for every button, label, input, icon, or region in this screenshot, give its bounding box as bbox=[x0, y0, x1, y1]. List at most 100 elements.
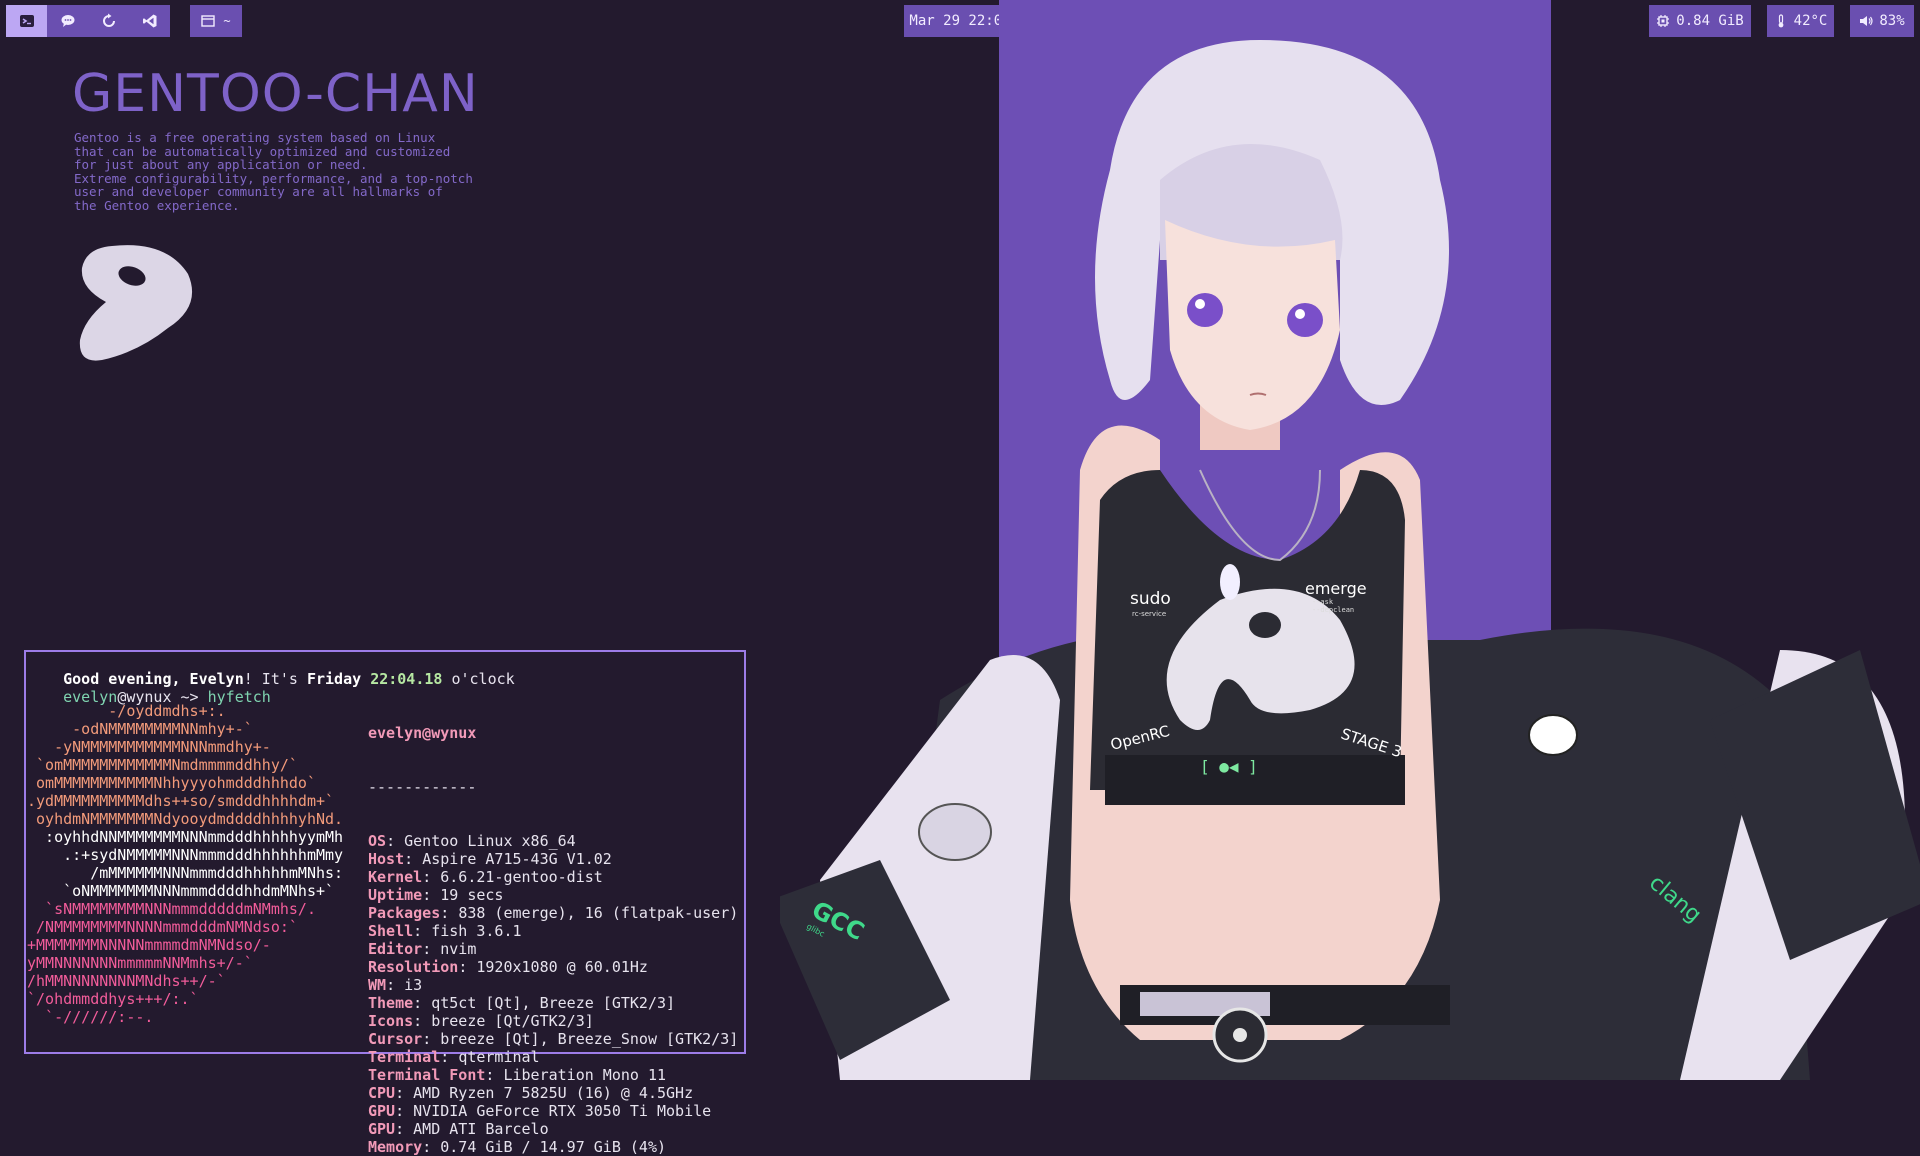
ascii-line: `oNMMMMMMMNNNmmmddddhhdmMNhs+` bbox=[27, 882, 335, 900]
info-row: Memory: 0.74 GiB / 14.97 GiB (4%) bbox=[368, 1138, 667, 1156]
ascii-line: /NMMMMMMMMNNNNmmmdddmNMNdso:` bbox=[27, 918, 298, 936]
ascii-line: yMMNNNNNNNmmmmmNNMmhs+/-` bbox=[27, 954, 253, 972]
mouse-patch bbox=[918, 803, 992, 861]
info-key: Packages bbox=[368, 904, 441, 922]
info-key: OS bbox=[368, 832, 387, 850]
info-value: 19 secs bbox=[440, 886, 504, 904]
info-value: Aspire A715-43G V1.02 bbox=[422, 850, 612, 868]
chat-icon bbox=[61, 15, 74, 27]
gentoo-logo bbox=[79, 245, 193, 361]
info-key: Terminal Font bbox=[368, 1066, 486, 1084]
workspace-refresh[interactable] bbox=[88, 5, 129, 37]
info-key: Uptime bbox=[368, 886, 423, 904]
ascii-line: `/ohdmmddhys+++/:.` bbox=[27, 990, 199, 1008]
info-value: Liberation Mono 11 bbox=[503, 1066, 667, 1084]
info-row: Packages: 838 (emerge), 16 (flatpak-user… bbox=[368, 904, 739, 922]
greeting-time: 22:04.18 bbox=[370, 670, 443, 688]
shirt-sudo-sublabel: rc-service bbox=[1132, 610, 1166, 618]
info-value: breeze [Qt/GTK2/3] bbox=[431, 1012, 594, 1030]
info-value: fish 3.6.1 bbox=[431, 922, 522, 940]
workspace-terminal[interactable] bbox=[6, 5, 47, 37]
info-key: Theme bbox=[368, 994, 414, 1012]
info-value: 1920x1080 @ 60.01Hz bbox=[476, 958, 648, 976]
ascii-line: `-//////:--. bbox=[27, 1008, 154, 1026]
info-row: Cursor: breeze [Qt], Breeze_Snow [GTK2/3… bbox=[368, 1030, 739, 1048]
cow-pin bbox=[1528, 714, 1578, 756]
ascii-line: .ydMMMMMMMMMMdhs++so/smdddhhhhdm+` bbox=[27, 792, 335, 810]
info-value: breeze [Qt], Breeze_Snow [GTK2/3] bbox=[440, 1030, 739, 1048]
conky-title: GENTOO-CHAN bbox=[72, 64, 479, 124]
info-value: 6.6.21-gentoo-dist bbox=[440, 868, 603, 886]
info-key: WM bbox=[368, 976, 387, 994]
info-row: Uptime: 19 secs bbox=[368, 886, 504, 904]
info-row: WM: i3 bbox=[368, 976, 423, 994]
info-row: Editor: nvim bbox=[368, 940, 477, 958]
info-row: Kernel: 6.6.21-gentoo-dist bbox=[368, 868, 603, 886]
info-value: AMD Ryzen 7 5825U (16) @ 4.5GHz bbox=[413, 1084, 694, 1102]
ascii-line: -odNMMMMMMMMNNmhy+-` bbox=[27, 720, 253, 738]
info-row: OS: Gentoo Linux x86_64 bbox=[368, 832, 576, 850]
info-key: Cursor bbox=[368, 1030, 423, 1048]
info-key: Terminal bbox=[368, 1048, 441, 1066]
info-row: Theme: qt5ct [Qt], Breeze [GTK2/3] bbox=[368, 994, 676, 1012]
ascii-line: -/oyddmdhs+:. bbox=[27, 702, 226, 720]
info-row: CPU: AMD Ryzen 7 5825U (16) @ 4.5GHz bbox=[368, 1084, 694, 1102]
window-icon bbox=[201, 15, 216, 27]
shirt-emerge-label: emerge bbox=[1305, 579, 1367, 598]
shirt-sudo-label: sudo bbox=[1130, 589, 1171, 609]
ascii-line: omMMMMMMMMMMMNhhyyyohmdddhhhdo` bbox=[27, 774, 316, 792]
ascii-line: /mMMMMMMNNNmmmdddhhhhhmMNhs: bbox=[27, 864, 344, 882]
workspace-switcher bbox=[6, 5, 170, 37]
ascii-line: /hMMNNNNNNNNMNdhs++/-` bbox=[27, 972, 226, 990]
info-key: CPU bbox=[368, 1084, 396, 1102]
ascii-line: `omMMMMMMMMMMMMNmdmmmmddhhy/` bbox=[27, 756, 298, 774]
greeting-tail: o'clock bbox=[442, 670, 515, 688]
info-row: Shell: fish 3.6.1 bbox=[368, 922, 522, 940]
system-info: evelyn@wynux ------------ OS: Gentoo Lin… bbox=[368, 688, 738, 1156]
refresh-icon bbox=[102, 13, 115, 27]
shirt-emerge-sub1: --ask bbox=[1312, 598, 1334, 606]
info-key: GPU bbox=[368, 1102, 396, 1120]
info-value: i3 bbox=[404, 976, 423, 994]
info-key: Host bbox=[368, 850, 405, 868]
ascii-line: +MMMMMMMNNNNNmmmmdmNMNdso/- bbox=[27, 936, 271, 954]
info-value: qterminal bbox=[458, 1048, 540, 1066]
info-row: Terminal Font: Liberation Mono 11 bbox=[368, 1066, 667, 1084]
info-value: 0.74 GiB / 14.97 GiB (4%) bbox=[440, 1138, 667, 1156]
info-key: Shell bbox=[368, 922, 414, 940]
ascii-line: .:+sydNMMMMMNNNmmmdddhhhhhhmMmy bbox=[27, 846, 344, 864]
workspace-vscode[interactable] bbox=[129, 5, 170, 37]
info-separator: ------------ bbox=[368, 778, 477, 796]
info-value: qt5ct [Qt], Breeze [GTK2/3] bbox=[431, 994, 676, 1012]
info-key: Icons bbox=[368, 1012, 414, 1030]
ascii-line: :oyhhdNNMMMMMMMNNNmmdddhhhhhyymMh bbox=[27, 828, 344, 846]
window-indicator[interactable]: ~ bbox=[190, 5, 242, 37]
ascii-line: `sNMMMMMMMMNNNmmmdddddmNMmhs/. bbox=[27, 900, 316, 918]
vscode-icon bbox=[142, 14, 156, 28]
shirt-emerge-sub2: --depclean bbox=[1312, 606, 1354, 614]
workspace-chat[interactable] bbox=[47, 5, 88, 37]
terminal-window[interactable]: Good evening, Evelyn! It's Friday 22:04.… bbox=[24, 650, 746, 1156]
info-value: NVIDIA GeForce RTX 3050 Ti Mobile bbox=[413, 1102, 712, 1120]
info-row: GPU: NVIDIA GeForce RTX 3050 Ti Mobile bbox=[368, 1102, 712, 1120]
info-key: GPU bbox=[368, 1120, 396, 1138]
info-row: Resolution: 1920x1080 @ 60.01Hz bbox=[368, 958, 648, 976]
info-key: Resolution bbox=[368, 958, 459, 976]
info-value: Gentoo Linux x86_64 bbox=[404, 832, 576, 850]
ascii-line: oyhdmNMMMMMMMNdyooydmddddhhhhyhNd. bbox=[27, 810, 344, 828]
conky-description: Gentoo is a free operating system based … bbox=[74, 130, 473, 213]
info-row: Host: Aspire A715-43G V1.02 bbox=[368, 850, 612, 868]
info-key: Memory bbox=[368, 1138, 423, 1156]
greeting-day: Friday bbox=[306, 670, 362, 688]
info-value: nvim bbox=[440, 940, 477, 958]
info-key: Editor bbox=[368, 940, 423, 958]
info-row: Icons: breeze [Qt/GTK2/3] bbox=[368, 1012, 594, 1030]
ascii-line: -yNMMMMMMMMMMMNNNmmdhy+- bbox=[27, 738, 271, 756]
terminal-icon bbox=[19, 15, 34, 27]
info-value: 838 (emerge), 16 (flatpak-user) bbox=[458, 904, 739, 922]
wallpaper-artwork: sudo rc-service emerge --ask --depclean … bbox=[780, 0, 1920, 1080]
info-value: AMD ATI Barcelo bbox=[413, 1120, 549, 1138]
window-indicator-label: ~ bbox=[223, 14, 231, 28]
info-row: Terminal: qterminal bbox=[368, 1048, 540, 1066]
info-header: evelyn@wynux bbox=[368, 724, 477, 742]
